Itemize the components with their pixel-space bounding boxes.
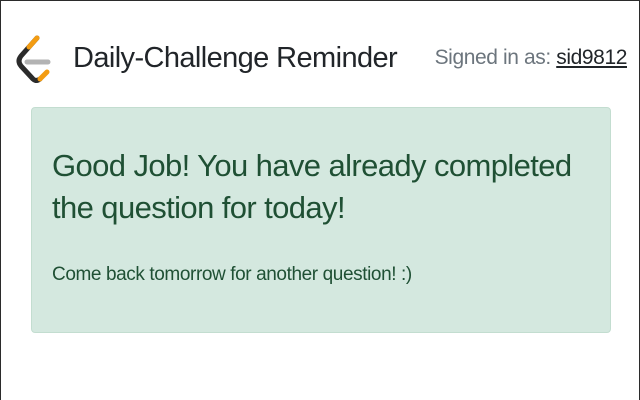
header: Daily-Challenge Reminder Signed in as: s…: [1, 1, 639, 105]
success-alert: Good Job! You have already completed the…: [31, 107, 611, 333]
alert-message: Come back tomorrow for another question!…: [52, 264, 412, 285]
username-link[interactable]: sid9812: [556, 46, 627, 69]
signed-in-label: Signed in as:: [434, 46, 557, 69]
leetcode-logo-icon: [16, 35, 51, 83]
app-title: Daily-Challenge Reminder: [73, 42, 398, 74]
signed-in-info: Signed in as: sid9812: [434, 44, 628, 72]
alert-heading: Good Job! You have already completed the…: [52, 148, 572, 225]
